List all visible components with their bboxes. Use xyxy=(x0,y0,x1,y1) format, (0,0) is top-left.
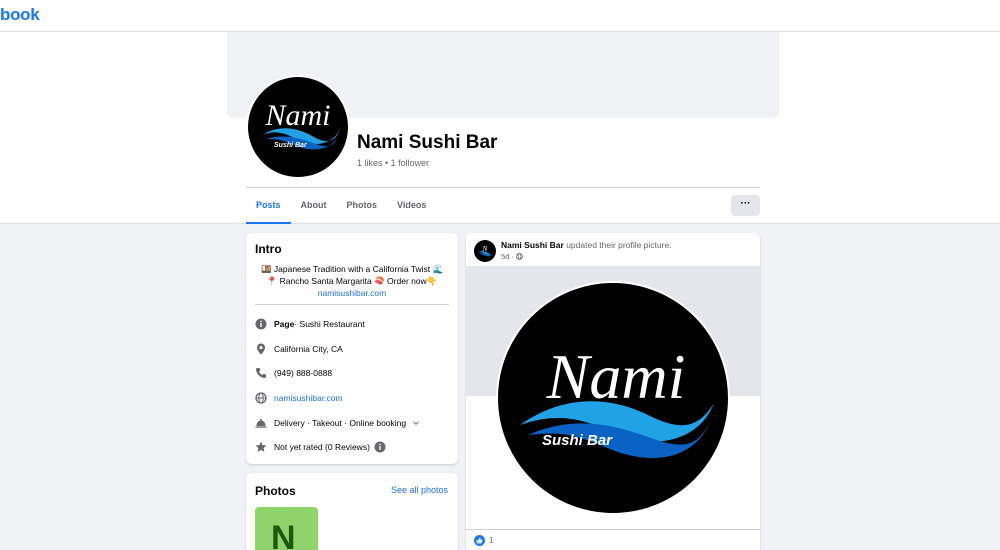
divider xyxy=(246,187,760,188)
phone-text: (949) 888-0888 xyxy=(274,368,333,378)
intro-title: Intro xyxy=(255,242,282,256)
top-navigation-bar: book xyxy=(0,0,1000,32)
post-action: updated their profile picture. xyxy=(563,240,672,250)
post-header: Nami Sushi Bar updated their profile pic… xyxy=(501,240,672,250)
profile-tabs: Posts About Photos Videos xyxy=(246,192,436,224)
divider xyxy=(466,529,760,530)
globe-icon xyxy=(515,253,523,260)
photo-thumbnail[interactable]: N xyxy=(255,507,318,550)
photos-title: Photos xyxy=(255,484,296,498)
intro-card: Intro 🍱 Japanese Tradition with a Califo… xyxy=(246,233,458,464)
page-stats[interactable]: 1 likes • 1 follower xyxy=(357,158,429,168)
facebook-logo[interactable]: book xyxy=(0,5,40,25)
photos-card: Photos See all photos N xyxy=(246,473,458,550)
rating-row: Not yet rated (0 Reviews) xyxy=(255,440,386,454)
thumbnail-letter: N xyxy=(271,519,296,550)
globe-icon xyxy=(255,392,267,404)
nami-logo-icon: Nami Sushi Bar xyxy=(262,99,340,150)
bio-line-2: 📍 Rancho Santa Margarita 🍣 Order now👇 xyxy=(266,276,438,286)
avatar[interactable]: N xyxy=(474,240,496,262)
post-card: N Nami Sushi Bar updated their profile p… xyxy=(466,233,760,550)
nami-logo-icon: N xyxy=(477,245,495,257)
tab-photos[interactable]: Photos xyxy=(337,192,388,224)
profile-picture-large: Nami Sushi Bar xyxy=(496,281,730,515)
location-pin-icon xyxy=(255,343,267,355)
services-row[interactable]: Delivery · Takeout · Online booking xyxy=(255,416,420,430)
bio-line-1: 🍱 Japanese Tradition with a California T… xyxy=(260,264,444,274)
see-all-photos-link[interactable]: See all photos xyxy=(391,485,448,495)
profile-header: Nami Sushi Bar Nami Sushi Bar 1 likes • … xyxy=(0,32,1000,224)
like-icon xyxy=(474,535,485,546)
tab-about[interactable]: About xyxy=(291,192,337,224)
bio-link[interactable]: namisushibar.com xyxy=(252,287,452,299)
logo-text: Nami xyxy=(546,341,686,412)
chevron-down-icon xyxy=(412,419,420,427)
info-icon xyxy=(255,318,267,330)
services-text: Delivery · Takeout · Online booking xyxy=(274,418,407,428)
post-time[interactable]: 5d xyxy=(501,252,509,261)
star-icon xyxy=(255,441,267,453)
nami-logo-icon: Nami Sushi Bar xyxy=(520,341,714,459)
post-author[interactable]: Nami Sushi Bar xyxy=(501,240,564,250)
logo-text: Nami xyxy=(264,99,330,132)
reaction-count: 1 xyxy=(489,536,494,545)
tab-posts[interactable]: Posts xyxy=(246,192,291,224)
phone-icon xyxy=(255,367,267,379)
website-row: namisushibar.com xyxy=(255,391,343,405)
rating-text: Not yet rated (0 Reviews) xyxy=(274,442,370,452)
reactions-summary[interactable]: 1 xyxy=(474,535,493,546)
profile-picture[interactable]: Nami Sushi Bar xyxy=(246,75,350,179)
category-row: Page · Sushi Restaurant xyxy=(255,317,365,331)
intro-bio: 🍱 Japanese Tradition with a California T… xyxy=(252,263,452,299)
website-link[interactable]: namisushibar.com xyxy=(274,393,343,403)
post-image[interactable]: Nami Sushi Bar xyxy=(466,266,760,529)
tab-videos[interactable]: Videos xyxy=(387,192,436,224)
category-label: Page xyxy=(274,319,295,329)
logo-subtext: Sushi Bar xyxy=(542,432,613,449)
info-icon[interactable] xyxy=(374,441,386,453)
page-title: Nami Sushi Bar xyxy=(357,132,498,153)
post-meta: 5d · xyxy=(501,252,523,261)
service-bell-icon xyxy=(255,417,267,429)
location-text: California City, CA xyxy=(274,344,343,354)
phone-row: (949) 888-0888 xyxy=(255,366,332,380)
location-row: California City, CA xyxy=(255,342,343,356)
more-options-button[interactable]: ··· xyxy=(731,195,760,216)
logo-subtext: Sushi Bar xyxy=(274,142,308,149)
category-value: · Sushi Restaurant xyxy=(294,319,365,329)
divider xyxy=(255,304,449,305)
